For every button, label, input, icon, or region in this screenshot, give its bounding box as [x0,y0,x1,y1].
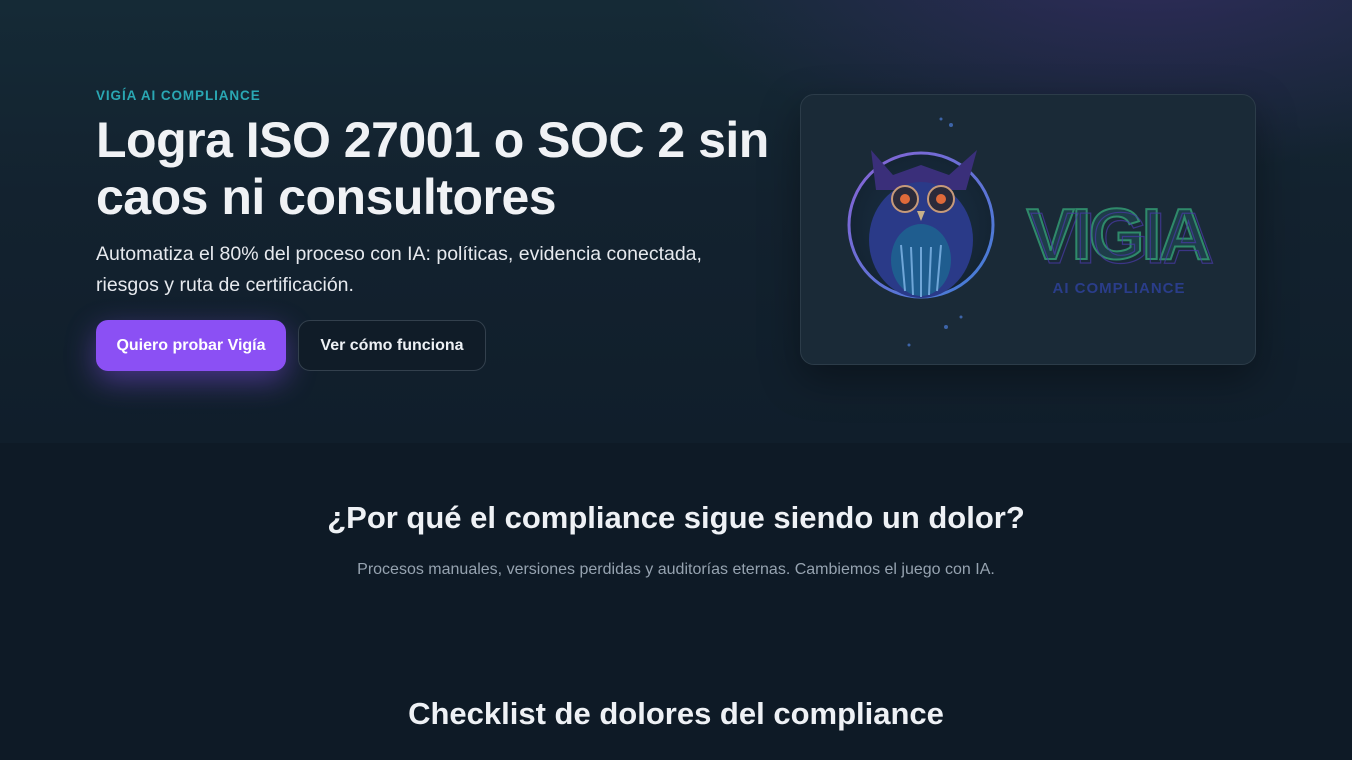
svg-text:AI COMPLIANCE: AI COMPLIANCE [1053,280,1186,297]
svg-text:VIGIA: VIGIA [1030,199,1213,279]
how-it-works-button[interactable]: Ver cómo funciona [298,320,486,371]
hero-section: VIGÍA AI COMPLIANCE Logra ISO 27001 o SO… [0,0,1352,443]
vigia-logo: VIGIA VIGIA AI COMPLIANCE [847,117,1217,347]
pain-section-title: ¿Por qué el compliance sigue siendo un d… [327,500,1025,535]
hero-subtitle: Automatiza el 80% del proceso con IA: po… [96,243,702,296]
try-vigia-button[interactable]: Quiero probar Vigía [96,320,286,371]
logo-card: VIGIA VIGIA AI COMPLIANCE [800,94,1256,365]
hero-title: Logra ISO 27001 o SOC 2 sin caos ni cons… [96,112,769,225]
vigia-wordmark: VIGIA VIGIA AI COMPLIANCE [1025,194,1217,297]
pain-section-subtitle: Procesos manuales, versiones perdidas y … [357,561,995,578]
hero-eyebrow: VIGÍA AI COMPLIANCE [96,88,261,103]
checklist-section-title: Checklist de dolores del compliance [408,696,944,731]
owl-icon [847,117,995,347]
